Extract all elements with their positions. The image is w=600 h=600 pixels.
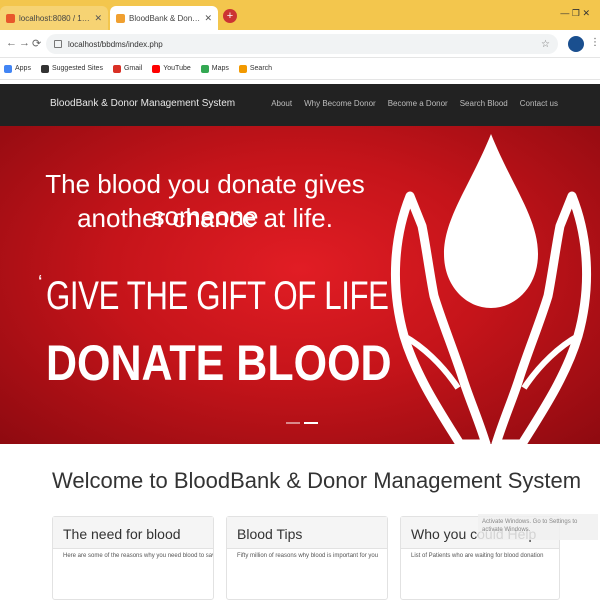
card-title: The need for blood	[53, 517, 213, 549]
card-title: Blood Tips	[227, 517, 387, 549]
forward-icon[interactable]: →	[19, 37, 30, 49]
url-text: localhost/bbdms/index.php	[68, 39, 163, 49]
tab-close-icon[interactable]: ✕	[94, 13, 102, 24]
site-brand[interactable]: BloodBank & Donor Management System	[50, 98, 235, 109]
new-tab-button[interactable]: +	[223, 9, 237, 23]
nav-link-why-become-donor[interactable]: Why Become Donor	[304, 99, 376, 108]
site-nav-links: About Why Become Donor Become a Donor Se…	[271, 99, 558, 108]
search-icon	[238, 64, 247, 73]
card-need-for-blood: The need for blood Here are some of the …	[52, 516, 214, 600]
browser-tab-1[interactable]: localhost:8080 / 127.0.0.1 / bb ✕	[0, 6, 108, 30]
bookmark-icon	[40, 64, 49, 73]
gmail-icon	[112, 64, 121, 73]
profile-avatar[interactable]	[568, 36, 584, 52]
address-bar[interactable]: localhost/bbdms/index.php ☆	[46, 34, 558, 54]
maps-icon	[200, 64, 209, 73]
reload-icon[interactable]: ⟳	[32, 37, 41, 50]
bookmark-maps[interactable]: Maps	[200, 64, 229, 73]
hero-tagline-line2: another chance at life.	[77, 203, 333, 233]
carousel-indicators	[286, 422, 318, 424]
card-body: Here are some of the reasons why you nee…	[63, 553, 213, 559]
browser-toolbar: ← → ⟳ localhost/bbdms/index.php ☆ ⋮	[0, 30, 600, 58]
apps-icon	[4, 64, 12, 73]
nav-link-search-blood[interactable]: Search Blood	[460, 99, 508, 108]
nav-link-about[interactable]: About	[271, 99, 292, 108]
hero-cta-text: DONATE BLOOD	[46, 335, 392, 391]
carousel-indicator-2[interactable]	[304, 422, 318, 424]
tab-favicon-icon	[6, 13, 15, 23]
tab-title: localhost:8080 / 127.0.0.1 / bb	[19, 13, 91, 23]
youtube-icon	[152, 64, 161, 73]
bookmarks-bar: Apps Suggested Sites Gmail YouTube Maps …	[0, 58, 600, 80]
browser-tab-strip: localhost:8080 / 127.0.0.1 / bb ✕ BloodB…	[0, 0, 600, 30]
bookmark-youtube[interactable]: YouTube	[152, 64, 191, 73]
hero-text: The blood you donate gives someone anoth…	[0, 126, 410, 444]
hero-headline: GIVE THE GIFT OF LIFE	[46, 274, 389, 318]
tab-title: BloodBank & Donor Management	[129, 13, 200, 23]
star-icon[interactable]: ☆	[541, 39, 550, 50]
bookmark-search[interactable]: Search	[238, 64, 272, 73]
welcome-heading: Welcome to BloodBank & Donor Management …	[52, 468, 582, 493]
window-controls[interactable]: — ❐ ✕	[560, 8, 590, 19]
card-body: Fifty million of reasons why blood is im…	[237, 553, 379, 559]
blood-drop-hands-illustration	[390, 134, 592, 444]
tab-close-icon[interactable]: ✕	[204, 13, 212, 24]
hero-quote-mark: ‘	[38, 272, 43, 294]
hero-carousel[interactable]: The blood you donate gives someone anoth…	[0, 126, 600, 444]
carousel-indicator-1[interactable]	[286, 422, 300, 424]
nav-link-become-donor[interactable]: Become a Donor	[388, 99, 448, 108]
card-body: List of Patients who are waiting for blo…	[411, 553, 544, 559]
lock-icon	[54, 40, 62, 48]
bookmark-gmail[interactable]: Gmail	[112, 64, 142, 73]
nav-link-contact[interactable]: Contact us	[520, 99, 558, 108]
card-blood-tips: Blood Tips Fifty million of reasons why …	[226, 516, 388, 600]
browser-tab-2[interactable]: BloodBank & Donor Management ✕	[110, 6, 218, 30]
bookmark-suggested-sites[interactable]: Suggested Sites	[40, 64, 103, 73]
menu-icon[interactable]: ⋮	[590, 37, 600, 48]
site-navbar: BloodBank & Donor Management System Abou…	[0, 84, 600, 126]
back-icon[interactable]: ←	[6, 37, 17, 49]
bookmark-apps[interactable]: Apps	[4, 64, 31, 73]
activate-windows-watermark: Activate Windows. Go to Settings to acti…	[478, 514, 598, 540]
tab-favicon-icon	[116, 13, 125, 23]
